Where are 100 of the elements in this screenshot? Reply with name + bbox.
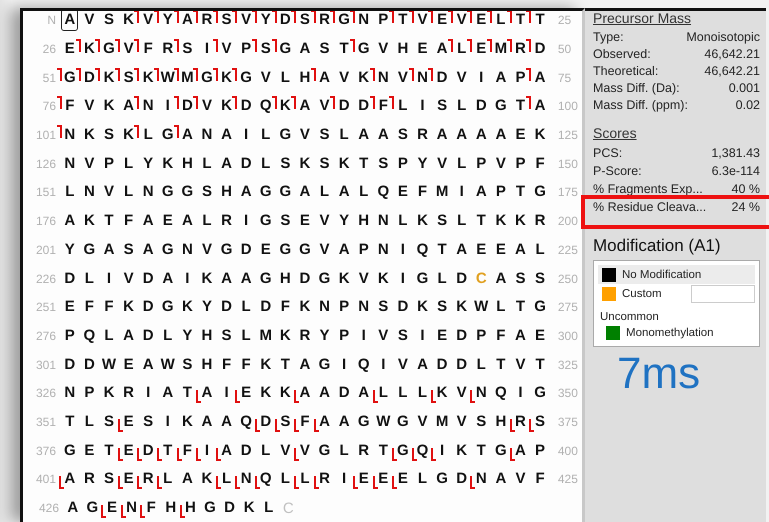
residue-letter[interactable]: A — [455, 126, 468, 144]
residue-letter[interactable]: S — [102, 470, 115, 488]
residue-letter[interactable]: T — [514, 298, 526, 316]
residue-letter[interactable]: V — [514, 356, 526, 374]
residue-letter[interactable]: E — [122, 412, 135, 431]
residue-letter[interactable]: W — [473, 298, 490, 316]
residue-letter[interactable]: I — [438, 442, 446, 460]
residue-letter[interactable]: A — [122, 97, 135, 116]
residue-letter[interactable]: L — [64, 183, 76, 202]
residue-letter[interactable]: A — [514, 326, 527, 345]
residue-letter[interactable]: L — [103, 326, 115, 345]
residue-letter[interactable]: F — [240, 356, 252, 374]
residue-letter[interactable]: T — [436, 240, 448, 259]
residue-letter[interactable]: F — [64, 97, 76, 116]
residue-letter[interactable]: L — [240, 298, 252, 316]
residue-letter[interactable]: K — [102, 97, 116, 116]
residue-letter[interactable]: D — [63, 356, 76, 374]
residue-letter[interactable]: K — [82, 126, 96, 144]
residue-letter[interactable]: Y — [200, 298, 213, 316]
residue-letter[interactable]: I — [164, 412, 171, 431]
residue-letter[interactable]: V — [377, 326, 390, 345]
residue-letter[interactable]: T — [64, 412, 76, 431]
residue-letter[interactable]: N — [240, 470, 253, 488]
residue-letter[interactable]: I — [458, 183, 465, 202]
residue-letter[interactable]: Y — [260, 11, 272, 30]
residue-letter[interactable]: A — [180, 470, 194, 488]
residue-letter[interactable]: E — [436, 326, 448, 345]
residue-letter[interactable]: D — [474, 97, 488, 116]
residue-letter[interactable]: D — [240, 154, 253, 173]
residue-letter[interactable]: R — [318, 11, 331, 30]
residue-letter[interactable]: A — [161, 384, 174, 402]
residue-letter[interactable]: D — [82, 68, 96, 87]
residue-letter[interactable]: A — [63, 212, 76, 230]
residue-letter[interactable]: D — [259, 298, 272, 316]
residue-letter[interactable]: E — [64, 298, 76, 316]
residue-letter[interactable]: L — [338, 442, 350, 460]
residue-letter[interactable]: G — [278, 183, 292, 202]
residue-letter[interactable]: R — [161, 40, 174, 58]
residue-letter[interactable]: A — [455, 240, 468, 259]
residue-letter[interactable]: F — [142, 40, 154, 58]
residue-letter[interactable]: K — [242, 499, 256, 518]
residue-letter[interactable]: F — [146, 499, 157, 518]
residue-letter[interactable]: I — [223, 384, 230, 402]
residue-letter[interactable]: I — [204, 442, 210, 460]
residue-letter[interactable]: E — [494, 240, 507, 259]
residue-letter[interactable]: P — [475, 154, 488, 173]
residue-letter[interactable]: R — [318, 470, 331, 488]
residue-letter[interactable]: S — [534, 412, 546, 431]
residue-letter[interactable]: W — [100, 356, 118, 374]
residue-letter[interactable]: N — [318, 298, 331, 316]
residue-letter[interactable]: K — [455, 442, 468, 460]
residue-letter[interactable]: Q — [416, 240, 430, 259]
residue-letter[interactable]: E — [298, 212, 311, 230]
residue-letter[interactable]: S — [122, 240, 135, 259]
residue-letter[interactable]: H — [396, 40, 410, 58]
residue-letter[interactable]: D — [142, 326, 155, 345]
residue-letter[interactable]: V — [514, 470, 526, 488]
residue-letter[interactable]: R — [298, 326, 312, 345]
residue-letter[interactable]: Y — [142, 154, 154, 173]
residue-letter[interactable]: Y — [162, 11, 174, 30]
residue-letter[interactable]: T — [162, 442, 174, 460]
modification-option[interactable]: Custom — [598, 284, 755, 303]
residue-letter[interactable]: T — [476, 442, 487, 460]
residue-letter[interactable]: L — [397, 384, 408, 402]
residue-letter[interactable]: L — [378, 384, 389, 402]
residue-letter[interactable]: L — [397, 97, 408, 116]
residue-letter[interactable]: Q — [416, 442, 430, 460]
residue-letter[interactable]: V — [200, 97, 213, 116]
residue-letter[interactable]: V — [456, 412, 468, 431]
residue-letter[interactable]: H — [184, 499, 197, 518]
residue-letter[interactable]: N — [376, 212, 390, 230]
residue-letter[interactable]: K — [376, 270, 390, 288]
residue-letter[interactable]: E — [396, 183, 409, 202]
residue-letter[interactable]: S — [514, 270, 526, 288]
residue-letter[interactable]: L — [416, 470, 428, 488]
residue-letter[interactable]: H — [200, 356, 214, 374]
residue-letter[interactable]: S — [102, 412, 115, 431]
residue-letter[interactable]: E — [83, 442, 96, 460]
residue-letter[interactable]: P — [534, 442, 546, 460]
residue-letter[interactable]: K — [416, 212, 429, 230]
residue-letter[interactable]: D — [455, 470, 468, 488]
residue-letter[interactable]: K — [278, 326, 292, 345]
residue-letter[interactable]: F — [103, 298, 115, 316]
residue-letter[interactable]: A — [318, 68, 331, 87]
residue-letter[interactable]: A — [298, 384, 312, 402]
residue-letter[interactable]: S — [396, 126, 409, 144]
residue-letter[interactable]: A — [534, 68, 546, 87]
residue-letter[interactable]: K — [82, 212, 96, 230]
residue-letter[interactable]: A — [142, 212, 155, 230]
residue-letter[interactable]: L — [436, 270, 448, 288]
residue-letter[interactable]: P — [240, 40, 252, 58]
residue-letter[interactable]: H — [200, 326, 214, 345]
residue-letter[interactable]: S — [377, 298, 390, 316]
residue-letter[interactable]: L — [280, 470, 291, 488]
residue-letter[interactable]: I — [184, 270, 190, 288]
residue-letter[interactable]: N — [376, 68, 390, 87]
residue-letter[interactable]: H — [278, 270, 292, 288]
residue-letter[interactable]: E — [240, 384, 252, 402]
residue-letter[interactable]: T — [103, 442, 115, 460]
modification-option[interactable]: Monomethylation — [598, 323, 755, 342]
